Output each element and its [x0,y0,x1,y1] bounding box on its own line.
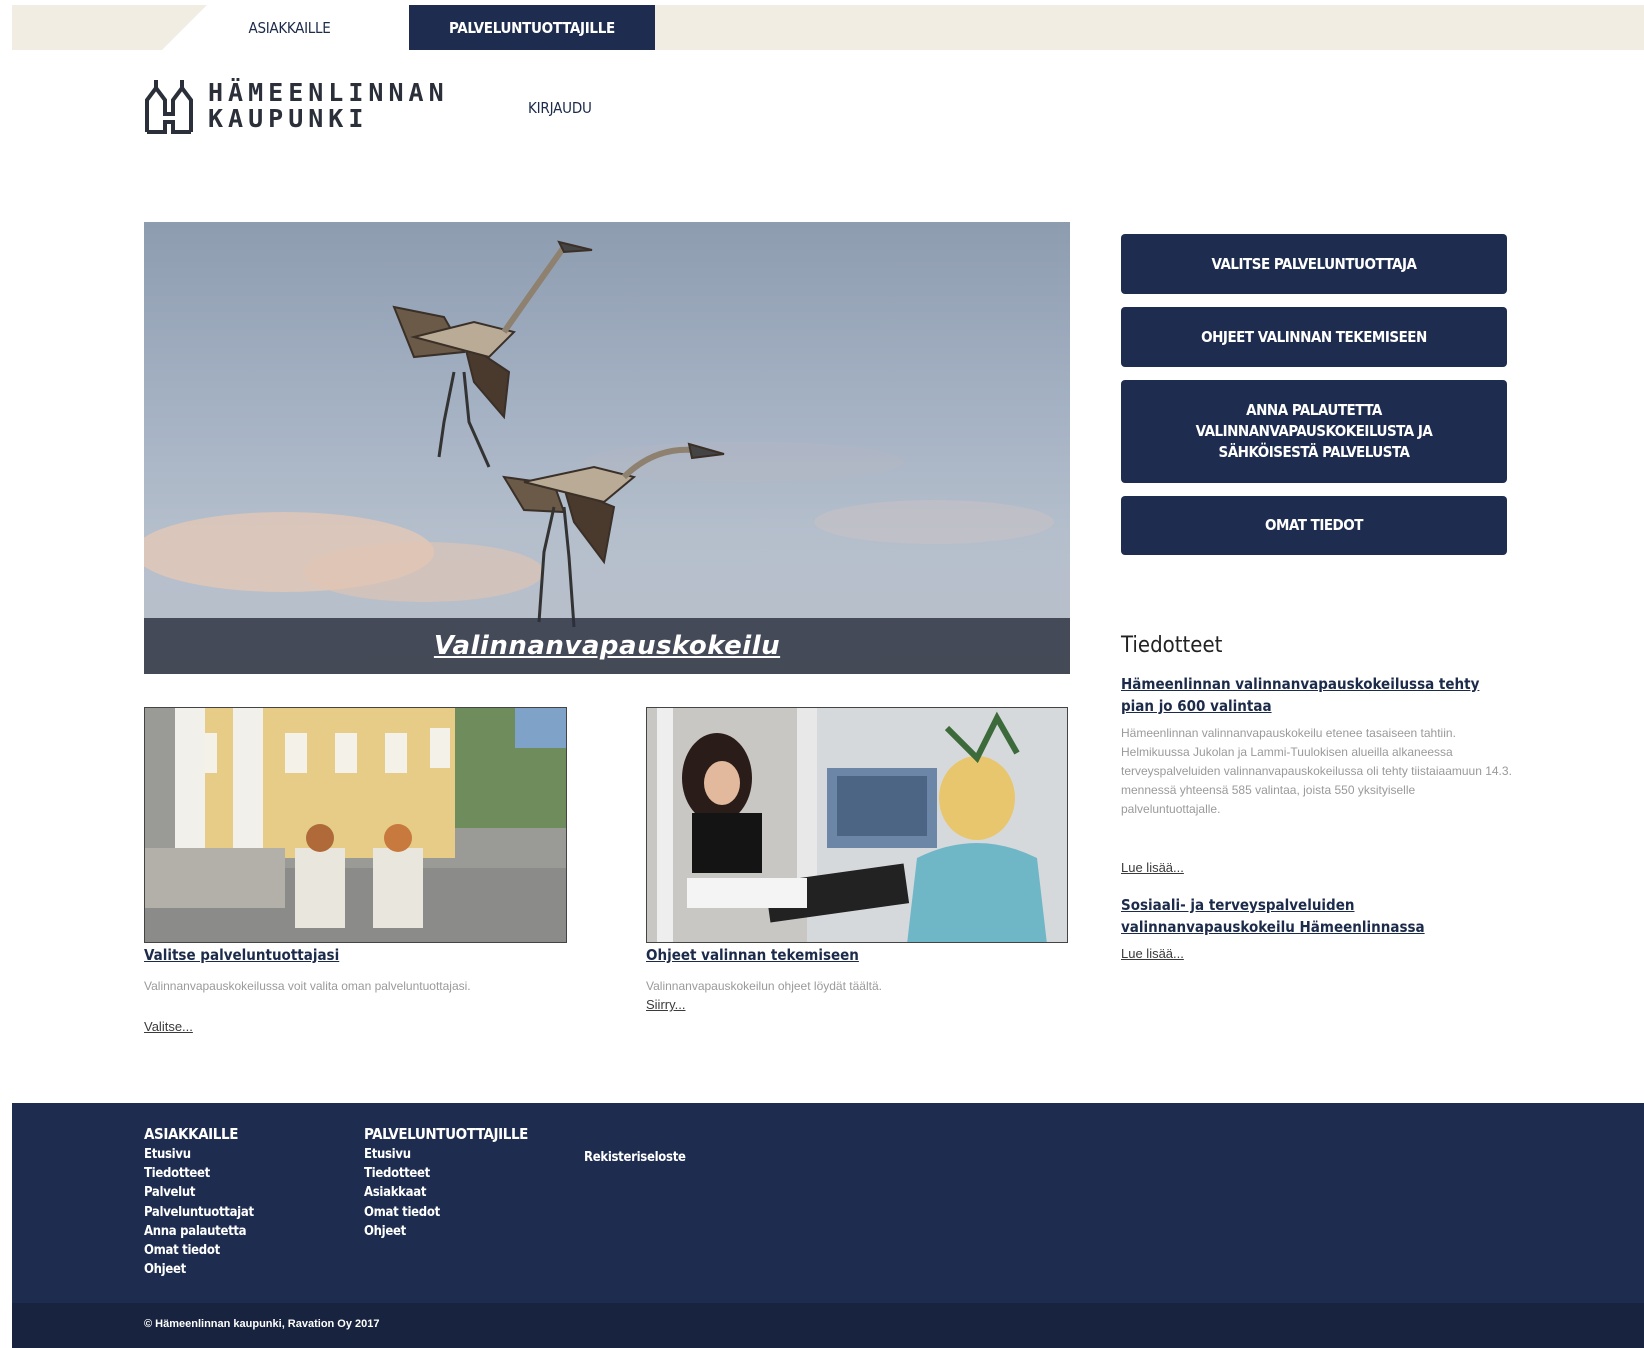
card-image-reception[interactable] [646,707,1068,943]
news-read-more-link[interactable]: Lue lisää... [1121,860,1184,875]
footer-heading: ASIAKKAILLE [144,1125,239,1143]
card-link-go[interactable]: Siirry... [646,997,685,1012]
card-text-choose-provider: Valinnanvapauskokeilussa voit valita oma… [144,979,471,993]
tab-providers[interactable]: PALVELUNTUOTTAJILLE [409,5,655,50]
news-item-headline[interactable]: Hämeenlinnan valinnanvapauskokeilussa te… [1121,673,1501,717]
footer-link[interactable]: Ohjeet [144,1260,254,1279]
footer-link[interactable]: Etusivu [144,1145,254,1164]
footer-link[interactable]: Ohjeet [364,1222,528,1241]
reception-photo [647,708,1067,942]
tab-customers[interactable]: ASIAKKAILLE [162,5,417,50]
instructions-button[interactable]: OHJEET VALINNAN TEKEMISEEN [1121,307,1507,367]
logo-text-line1: HÄMEENLINNAN [208,78,449,107]
news-heading: Tiedotteet [1121,633,1223,658]
footer-link[interactable]: Etusivu [364,1145,528,1164]
hero-banner[interactable]: Valinnanvapauskokeilu [144,222,1070,674]
card-text-instructions: Valinnanvapauskokeilun ohjeet löydät tää… [646,979,882,993]
top-tab-bar: ASIAKKAILLE PALVELUNTUOTTAJILLE [12,5,1644,50]
news-item-summary: Hämeenlinnan valinnanvapauskokeilu etene… [1121,726,1512,816]
login-link[interactable]: KIRJAUDU [528,99,592,117]
hero-caption-link[interactable]: Valinnanvapauskokeilu [434,631,780,661]
footer-link-register[interactable]: Rekisteriseloste [584,1148,686,1167]
castle-logo-icon [145,80,193,134]
copyright-text: © Hämeenlinnan kaupunki, Ravation Oy 201… [144,1318,380,1330]
footer-link[interactable]: Asiakkaat [364,1183,528,1202]
footer-col-providers: PALVELUNTUOTTAJILLE Etusivu Tiedotteet A… [364,1125,528,1241]
news-read-more-link[interactable]: Lue lisää... [1121,946,1184,961]
give-feedback-button[interactable]: ANNA PALAUTETTA VALINNANVAPAUSKOKEILUSTA… [1121,380,1507,483]
logo-text-line2: KAUPUNKI [208,104,369,133]
footer-col-other: Rekisteriseloste [584,1148,686,1167]
cranes-photo [144,240,1054,628]
news-item-headline[interactable]: Sosiaali- ja terveyspalveluiden valinnan… [1121,894,1501,938]
building-photo [145,708,566,942]
footer-heading: PALVELUNTUOTTAJILLE [364,1125,528,1143]
footer-link[interactable]: Omat tiedot [364,1203,528,1222]
footer-link[interactable]: Palveluntuottajat [144,1203,254,1222]
card-title-instructions[interactable]: Ohjeet valinnan tekemiseen [646,946,859,964]
footer-link[interactable]: Tiedotteet [364,1164,528,1183]
choose-provider-button[interactable]: VALITSE PALVELUNTUOTTAJA [1121,234,1507,294]
hero-caption-bar: Valinnanvapauskokeilu [144,618,1070,674]
my-info-button[interactable]: OMAT TIEDOT [1121,496,1507,555]
city-logo[interactable]: HÄMEENLINNAN KAUPUNKI [143,78,449,134]
footer-col-customers: ASIAKKAILLE Etusivu Tiedotteet Palvelut … [144,1125,254,1279]
footer-link[interactable]: Omat tiedot [144,1241,254,1260]
footer-link[interactable]: Palvelut [144,1183,254,1202]
footer-link[interactable]: Anna palautetta [144,1222,254,1241]
footer-link[interactable]: Tiedotteet [144,1164,254,1183]
card-image-building[interactable] [144,707,567,943]
card-title-choose-provider[interactable]: Valitse palveluntuottajasi [144,946,339,964]
footer [12,1103,1644,1303]
card-link-choose[interactable]: Valitse... [144,1019,193,1034]
